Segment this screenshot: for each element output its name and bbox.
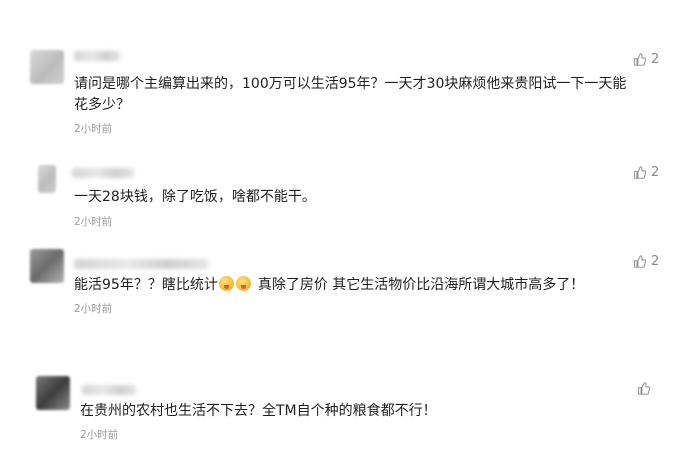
comment-timestamp: 2小时前 [74,216,113,228]
like-count: 2 [651,165,660,180]
thumbs-up-icon [638,382,650,395]
comment-text: 请问是哪个主编算出来的，100万可以生活95年？一天才30块麻烦他来贵阳试一下一… [74,76,627,92]
comment-text: 一天28块钱，除了吃饭，啥都不能干。 [74,189,316,205]
avatar[interactable] [30,249,64,283]
comment-timestamp: 2小时前 [74,303,113,315]
like-button[interactable] [637,382,655,395]
comment-item: 能活95年？？瞎比统计 真除了房价 其它生活物价比沿海所谓大城市高多了！ 2小时前… [0,245,683,365]
laughing-emoji-icon [218,276,234,291]
like-count: 2 [651,254,660,269]
username-redacted [82,385,136,395]
comment-timestamp: 2小时前 [80,429,119,441]
comment-text-continued: 花多少？ [74,97,130,113]
comment-text: 在贵州的农村也生活不下去？全TM自个种的粮食都不行！ [80,403,437,419]
thumbs-up-icon [634,255,646,268]
username-redacted [72,168,134,178]
avatar[interactable] [36,376,70,410]
username-redacted [74,259,208,269]
comment-item: 请问是哪个主编算出来的，100万可以生活95年？一天才30块麻烦他来贵阳试一下一… [0,0,683,150]
comment-timestamp: 2小时前 [74,123,113,135]
avatar[interactable] [30,50,64,84]
like-button[interactable]: 2 [633,254,659,269]
avatar[interactable] [38,165,56,193]
like-count: 2 [651,52,660,67]
comment-item: 一天28块钱，除了吃饭，啥都不能干。 2小时前 2 [0,150,683,245]
like-button[interactable]: 2 [633,165,659,180]
thumbs-up-icon [634,166,646,179]
comment-text-part1: 能活95年？？瞎比统计 [74,277,218,293]
comment-text-part2: 真除了房价 其它生活物价比沿海所谓大城市高多了！ [257,277,585,293]
laughing-emoji-icon [235,276,251,291]
thumbs-up-icon [634,53,646,66]
username-redacted [74,51,120,61]
like-button[interactable]: 2 [633,52,659,67]
comment-text: 能活95年？？瞎比统计 真除了房价 其它生活物价比沿海所谓大城市高多了！ [74,275,584,296]
comment-item: 在贵州的农村也生活不下去？全TM自个种的粮食都不行！ 2小时前 [0,365,683,458]
